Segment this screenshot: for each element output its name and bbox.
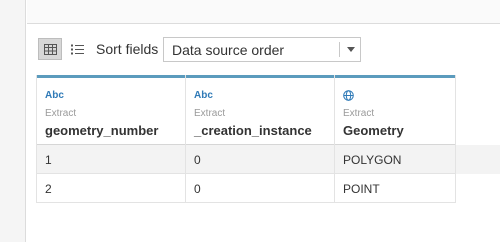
dropdown-separator	[339, 42, 340, 57]
chevron-down-icon	[347, 47, 355, 52]
column-name: _creation_instance	[194, 123, 312, 138]
table-cell: POINT	[335, 174, 455, 203]
cell-value: POLYGON	[343, 153, 402, 167]
table-cell: 2	[37, 174, 185, 203]
column-source: Extract	[45, 108, 77, 119]
column-name: geometry_number	[45, 123, 159, 138]
cell-value: POINT	[343, 182, 380, 196]
string-type-icon[interactable]: Abc	[194, 90, 213, 101]
left-rail	[0, 0, 26, 242]
column-creation-instance: Abc Extract _creation_instance 0 0	[186, 75, 335, 203]
column-geometry-number: Abc Extract geometry_number 1 2	[37, 75, 186, 203]
table-cell: 0	[186, 145, 334, 174]
column-geometry: Extract Geometry POLYGON POINT	[335, 75, 456, 203]
sort-order-dropdown[interactable]: Data source order	[163, 37, 361, 62]
column-source: Extract	[343, 108, 375, 119]
column-header[interactable]: Extract Geometry	[335, 78, 455, 145]
top-band	[27, 0, 500, 24]
sort-order-value: Data source order	[172, 42, 285, 58]
column-source: Extract	[194, 108, 226, 119]
sort-fields-label: Sort fields	[96, 41, 159, 57]
cell-value: 0	[194, 153, 201, 167]
list-view-button[interactable]	[65, 38, 89, 60]
cell-value: 1	[45, 153, 52, 167]
globe-icon[interactable]	[343, 90, 354, 104]
grid-view-button[interactable]	[38, 38, 62, 60]
list-view-icon	[70, 44, 84, 54]
cell-value: 0	[194, 182, 201, 196]
cell-value: 2	[45, 182, 52, 196]
table-cell: POLYGON	[335, 145, 455, 174]
toolbar: Sort fields Data source order	[27, 24, 500, 75]
table-cell: 0	[186, 174, 334, 203]
column-header[interactable]: Abc Extract _creation_instance	[186, 78, 334, 145]
table-cell: 1	[37, 145, 185, 174]
data-grid: Abc Extract geometry_number 1 2 Abc Extr…	[27, 75, 500, 242]
string-type-icon[interactable]: Abc	[45, 90, 64, 101]
column-header[interactable]: Abc Extract geometry_number	[37, 78, 185, 145]
column-name: Geometry	[343, 123, 404, 138]
grid-view-icon	[43, 43, 57, 55]
